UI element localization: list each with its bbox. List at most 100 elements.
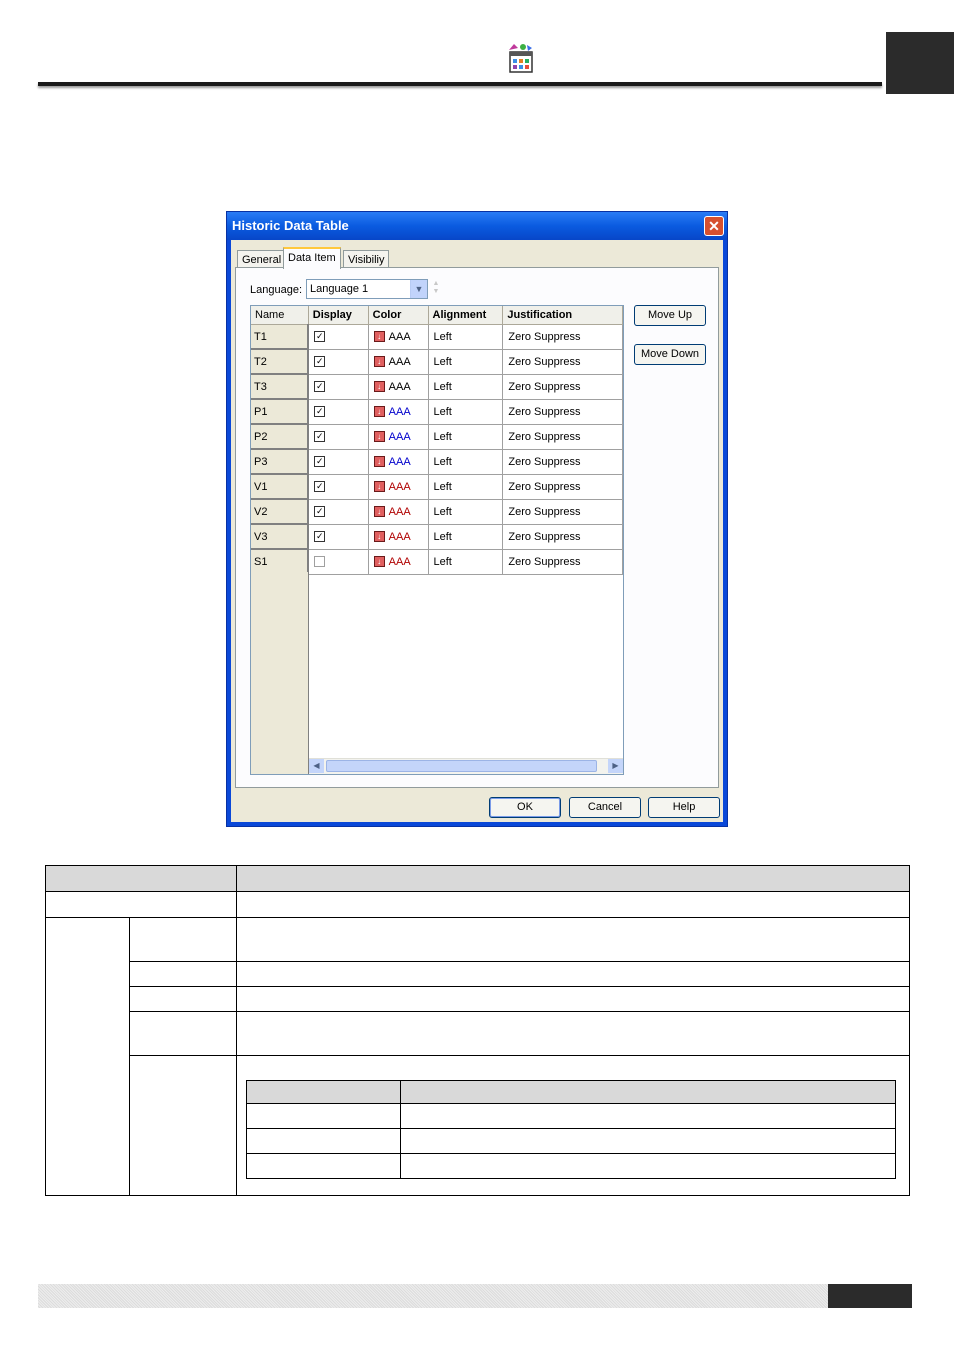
alignment-cell[interactable]: Left <box>428 474 504 500</box>
justification-cell[interactable]: Zero Suppress <box>502 324 623 350</box>
row-name[interactable]: T3 <box>251 374 310 400</box>
display-checkbox[interactable]: ✓ <box>314 431 326 443</box>
justification-cell[interactable]: Zero Suppress <box>502 399 623 425</box>
color-cell[interactable]: ↓ AAA <box>368 549 429 575</box>
color-cell[interactable]: ↓ AAA <box>368 374 429 400</box>
color-picker-icon[interactable]: ↓ <box>373 381 385 393</box>
color-picker-icon[interactable]: ↓ <box>373 531 385 543</box>
row-name[interactable]: T1 <box>251 324 310 350</box>
move-down-button[interactable]: Move Down <box>634 344 706 365</box>
row-name[interactable]: P1 <box>251 399 310 425</box>
table-row[interactable]: T2 ✓ ↓ AAA Left Zero Suppress <box>251 349 623 375</box>
cancel-button[interactable]: Cancel <box>569 797 641 818</box>
row-name[interactable]: V3 <box>251 524 310 550</box>
tab-data-item[interactable]: Data Item <box>283 247 341 269</box>
alignment-cell[interactable]: Left <box>428 424 504 450</box>
color-cell[interactable]: ↓ AAA <box>368 324 429 350</box>
alignment-cell[interactable]: Left <box>428 374 504 400</box>
scroll-right-icon[interactable]: ▶ <box>608 759 623 773</box>
color-cell[interactable]: ↓ AAA <box>368 349 429 375</box>
table-row[interactable]: P3 ✓ ↓ AAA Left Zero Suppress <box>251 449 623 475</box>
alignment-cell[interactable]: Left <box>428 499 504 525</box>
column-header-display[interactable]: Display <box>308 306 369 325</box>
display-cell[interactable]: ✓ <box>308 449 369 475</box>
color-cell[interactable]: ↓ AAA <box>368 524 429 550</box>
color-picker-icon[interactable]: ↓ <box>373 556 385 568</box>
alignment-cell[interactable]: Left <box>428 399 504 425</box>
color-picker-icon[interactable]: ↓ <box>373 481 385 493</box>
display-checkbox[interactable]: ✓ <box>314 331 326 343</box>
alignment-cell[interactable]: Left <box>428 524 504 550</box>
display-checkbox[interactable]: ✓ <box>314 531 326 543</box>
help-button[interactable]: Help <box>648 797 720 818</box>
column-header-color[interactable]: Color <box>368 306 429 325</box>
column-header-justification[interactable]: Justification <box>502 306 623 325</box>
row-name[interactable]: V1 <box>251 474 310 500</box>
dialog-title-bar[interactable]: Historic Data Table ✕ <box>227 212 727 240</box>
display-cell[interactable]: ✓ <box>308 499 369 525</box>
justification-cell[interactable]: Zero Suppress <box>502 499 623 525</box>
display-checkbox[interactable]: ✓ <box>314 356 326 368</box>
table-row[interactable]: V2 ✓ ↓ AAA Left Zero Suppress <box>251 499 623 525</box>
color-picker-icon[interactable]: ↓ <box>373 331 385 343</box>
display-checkbox[interactable] <box>314 556 326 568</box>
color-picker-icon[interactable]: ↓ <box>373 406 385 418</box>
table-row[interactable]: V1 ✓ ↓ AAA Left Zero Suppress <box>251 474 623 500</box>
language-select[interactable]: Language 1 ▼ <box>306 279 428 299</box>
display-cell[interactable]: ✓ <box>308 374 369 400</box>
alignment-cell[interactable]: Left <box>428 549 504 575</box>
column-header-alignment[interactable]: Alignment <box>428 306 504 325</box>
tab-general[interactable]: General <box>237 250 287 268</box>
color-cell[interactable]: ↓ AAA <box>368 424 429 450</box>
color-picker-icon[interactable]: ↓ <box>373 506 385 518</box>
color-cell[interactable]: ↓ AAA <box>368 449 429 475</box>
alignment-cell[interactable]: Left <box>428 449 504 475</box>
ok-button[interactable]: OK <box>489 797 561 818</box>
justification-cell[interactable]: Zero Suppress <box>502 424 623 450</box>
color-cell[interactable]: ↓ AAA <box>368 399 429 425</box>
table-row[interactable]: P1 ✓ ↓ AAA Left Zero Suppress <box>251 399 623 425</box>
justification-cell[interactable]: Zero Suppress <box>502 549 623 575</box>
table-row[interactable]: P2 ✓ ↓ AAA Left Zero Suppress <box>251 424 623 450</box>
color-cell[interactable]: ↓ AAA <box>368 474 429 500</box>
move-up-button[interactable]: Move Up <box>634 305 706 326</box>
color-picker-icon[interactable]: ↓ <box>373 456 385 468</box>
scroll-thumb[interactable] <box>326 760 597 772</box>
display-cell[interactable]: ✓ <box>308 399 369 425</box>
color-picker-icon[interactable]: ↓ <box>373 356 385 368</box>
table-row[interactable]: V3 ✓ ↓ AAA Left Zero Suppress <box>251 524 623 550</box>
color-picker-icon[interactable]: ↓ <box>373 431 385 443</box>
display-checkbox[interactable]: ✓ <box>314 481 326 493</box>
display-cell[interactable]: ✓ <box>308 424 369 450</box>
alignment-cell[interactable]: Left <box>428 324 504 350</box>
display-cell[interactable]: ✓ <box>308 349 369 375</box>
color-cell[interactable]: ↓ AAA <box>368 499 429 525</box>
tab-visibility[interactable]: Visibiliy <box>343 250 390 268</box>
table-row[interactable]: T3 ✓ ↓ AAA Left Zero Suppress <box>251 374 623 400</box>
justification-cell[interactable]: Zero Suppress <box>502 474 623 500</box>
justification-cell[interactable]: Zero Suppress <box>502 374 623 400</box>
horizontal-scrollbar[interactable]: ◀ ▶ <box>309 758 623 774</box>
chevron-down-icon[interactable]: ▼ <box>410 280 427 298</box>
display-checkbox[interactable]: ✓ <box>314 456 326 468</box>
justification-cell[interactable]: Zero Suppress <box>502 349 623 375</box>
display-checkbox[interactable]: ✓ <box>314 381 326 393</box>
close-button[interactable]: ✕ <box>704 216 724 236</box>
row-name[interactable]: P2 <box>251 424 310 450</box>
table-row[interactable]: T1 ✓ ↓ AAA Left Zero Suppress <box>251 324 623 350</box>
display-checkbox[interactable]: ✓ <box>314 406 326 418</box>
justification-cell[interactable]: Zero Suppress <box>502 449 623 475</box>
row-name[interactable]: S1 <box>251 549 310 575</box>
display-cell[interactable]: ✓ <box>308 524 369 550</box>
display-checkbox[interactable]: ✓ <box>314 506 326 518</box>
alignment-cell[interactable]: Left <box>428 349 504 375</box>
display-cell[interactable]: ✓ <box>308 474 369 500</box>
column-header-name[interactable]: Name <box>251 306 309 325</box>
display-cell[interactable] <box>308 549 369 575</box>
row-name[interactable]: T2 <box>251 349 310 375</box>
scroll-left-icon[interactable]: ◀ <box>309 759 324 773</box>
justification-cell[interactable]: Zero Suppress <box>502 524 623 550</box>
row-name[interactable]: P3 <box>251 449 310 475</box>
display-cell[interactable]: ✓ <box>308 324 369 350</box>
table-row[interactable]: S1 ↓ AAA Left Zero Suppress <box>251 549 623 575</box>
